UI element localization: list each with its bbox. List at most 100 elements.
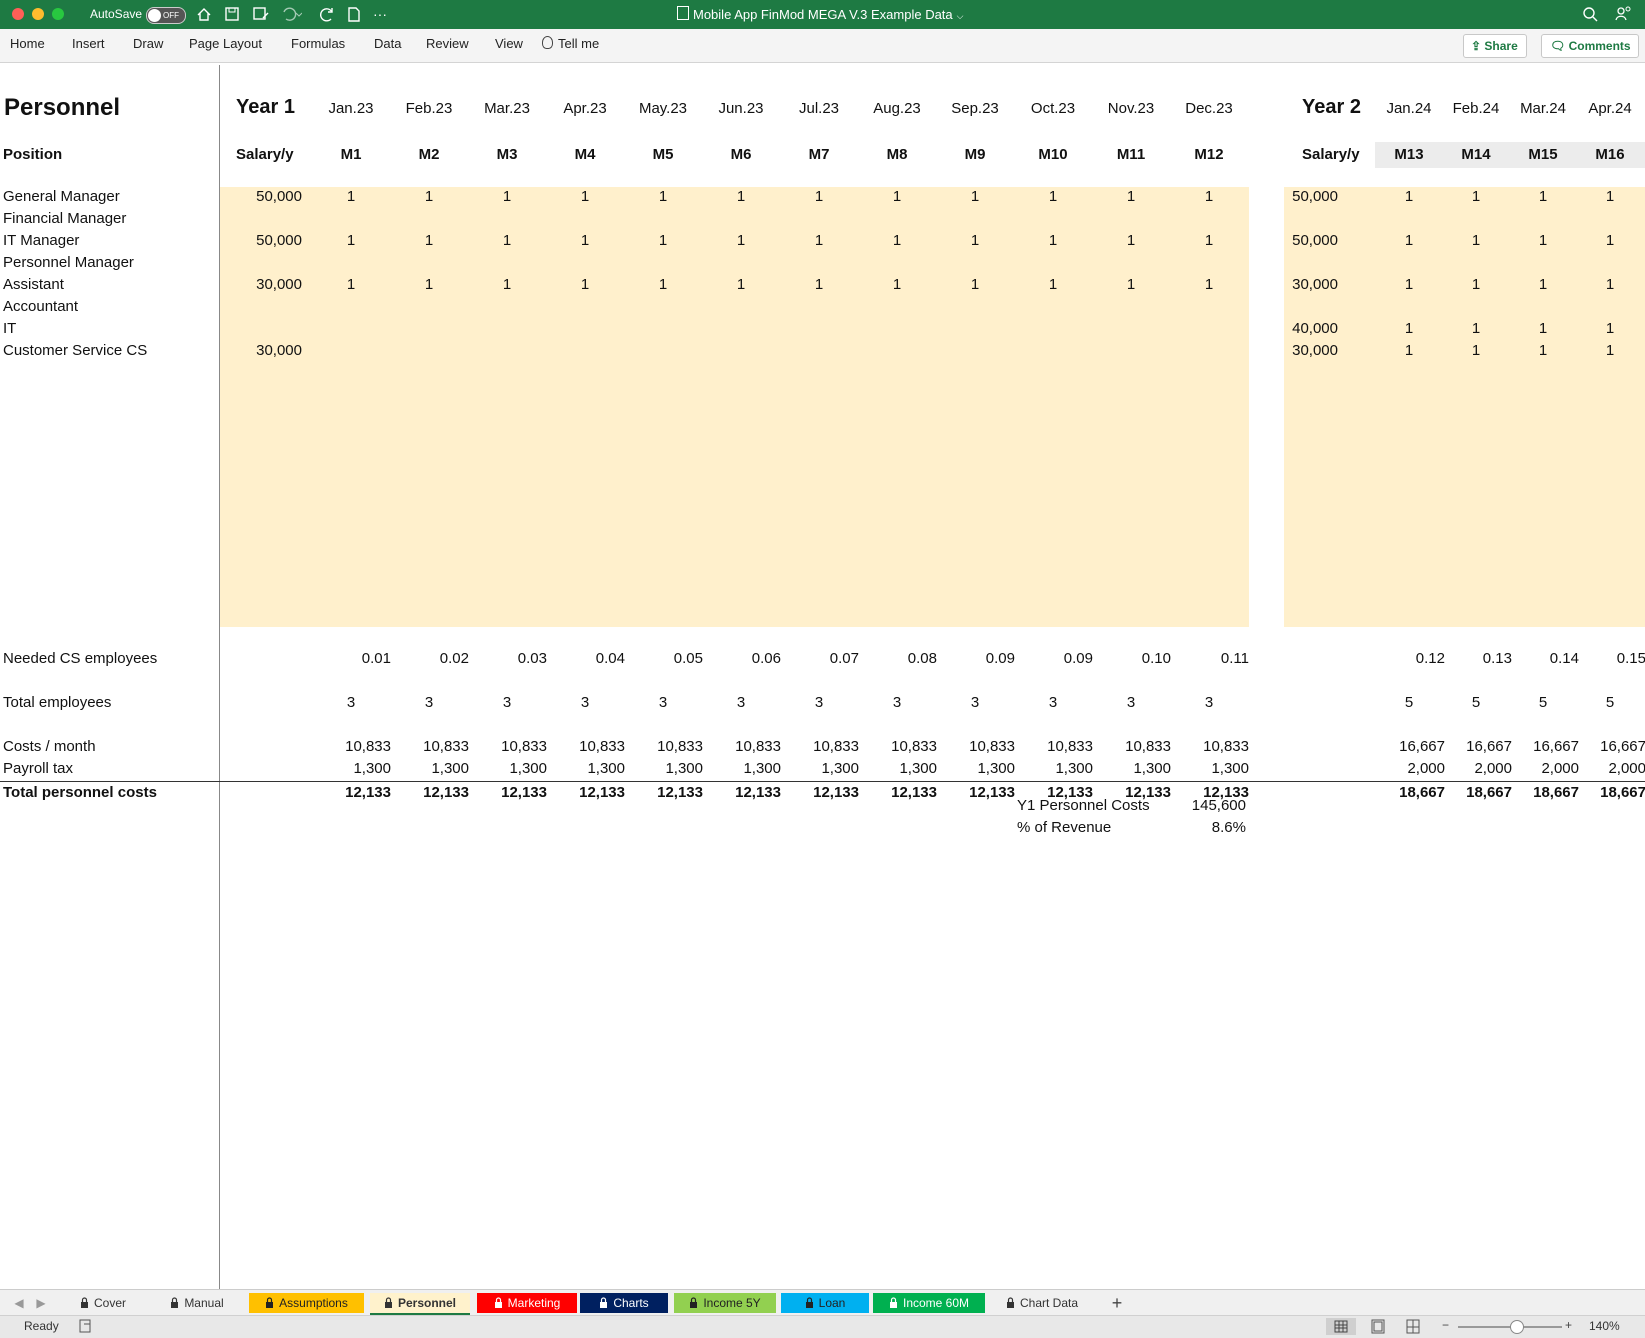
save-as-icon[interactable] xyxy=(252,0,270,29)
headcount-cell[interactable]: 1 xyxy=(1023,187,1083,207)
headcount-cell[interactable]: 1 xyxy=(867,187,927,207)
headcount-cell[interactable]: 1 xyxy=(555,231,615,251)
headcount-cell[interactable]: 1 xyxy=(633,275,693,295)
macro-record-icon[interactable] xyxy=(78,1318,94,1337)
headcount-cell[interactable]: 1 xyxy=(1513,275,1573,295)
headcount-cell[interactable]: 1 xyxy=(555,275,615,295)
search-icon[interactable] xyxy=(1582,0,1598,29)
sheet-tab-manual[interactable]: Manual xyxy=(157,1293,237,1313)
headcount-cell[interactable]: 1 xyxy=(789,187,849,207)
headcount-cell[interactable]: 1 xyxy=(1513,187,1573,207)
headcount-cell[interactable]: 1 xyxy=(711,231,771,251)
headcount-cell[interactable]: 1 xyxy=(711,187,771,207)
page-break-view-icon[interactable] xyxy=(1405,1318,1421,1338)
autosave-toggle[interactable]: OFF xyxy=(146,7,186,24)
headcount-cell[interactable]: 1 xyxy=(1379,231,1439,251)
sheet-tab-charts[interactable]: Charts xyxy=(580,1293,668,1313)
salary-cell[interactable]: 50,000 xyxy=(1284,231,1338,251)
tab-view[interactable]: View xyxy=(495,29,523,62)
headcount-cell[interactable]: 1 xyxy=(1179,275,1239,295)
new-document-icon[interactable] xyxy=(346,0,362,29)
salary-cell[interactable]: 30,000 xyxy=(1284,275,1338,295)
headcount-cell[interactable]: 1 xyxy=(1580,231,1640,251)
headcount-cell[interactable]: 1 xyxy=(867,231,927,251)
close-window-button[interactable] xyxy=(12,8,24,20)
headcount-cell[interactable]: 1 xyxy=(789,275,849,295)
headcount-cell[interactable]: 1 xyxy=(945,231,1005,251)
headcount-cell[interactable]: 1 xyxy=(1446,275,1506,295)
sheet-tab-chart-data[interactable]: Chart Data xyxy=(990,1293,1094,1313)
headcount-cell[interactable]: 1 xyxy=(321,275,381,295)
headcount-cell[interactable]: 1 xyxy=(399,275,459,295)
headcount-cell[interactable]: 1 xyxy=(1446,319,1506,339)
zoom-window-button[interactable] xyxy=(52,8,64,20)
headcount-cell[interactable]: 1 xyxy=(1446,341,1506,361)
salary-cell[interactable]: 30,000 xyxy=(220,341,302,361)
salary-cell[interactable]: 50,000 xyxy=(220,231,302,251)
salary-cell[interactable]: 40,000 xyxy=(1284,319,1338,339)
normal-view-icon[interactable] xyxy=(1326,1318,1356,1335)
headcount-cell[interactable]: 1 xyxy=(321,231,381,251)
scroll-tabs-right-icon[interactable]: ▶ xyxy=(34,1293,48,1313)
headcount-cell[interactable]: 1 xyxy=(1379,275,1439,295)
salary-cell[interactable]: 50,000 xyxy=(220,187,302,207)
sheet-tab-income-60m[interactable]: Income 60M xyxy=(873,1293,985,1313)
headcount-cell[interactable]: 1 xyxy=(1023,231,1083,251)
headcount-cell[interactable]: 1 xyxy=(1379,187,1439,207)
headcount-cell[interactable]: 1 xyxy=(633,231,693,251)
scroll-tabs-left-icon[interactable]: ◀ xyxy=(12,1293,26,1313)
sheet-tab-loan[interactable]: Loan xyxy=(781,1293,869,1313)
add-sheet-button[interactable]: + xyxy=(1105,1293,1129,1313)
sheet-tab-personnel[interactable]: Personnel xyxy=(370,1293,470,1315)
zoom-in-button[interactable]: + xyxy=(1565,1318,1572,1332)
headcount-cell[interactable]: 1 xyxy=(1446,231,1506,251)
page-layout-view-icon[interactable] xyxy=(1370,1318,1386,1338)
zoom-level[interactable]: 140% xyxy=(1589,1319,1620,1333)
sheet-tab-income-5y[interactable]: Income 5Y xyxy=(674,1293,776,1313)
tab-draw[interactable]: Draw xyxy=(133,29,163,62)
share-button[interactable]: ⇪ Share xyxy=(1463,34,1527,58)
headcount-cell[interactable]: 1 xyxy=(1513,231,1573,251)
more-icon[interactable]: ··· xyxy=(373,0,387,29)
headcount-cell[interactable]: 1 xyxy=(1513,319,1573,339)
sheet-tab-cover[interactable]: Cover xyxy=(62,1293,144,1313)
zoom-out-button[interactable]: − xyxy=(1442,1318,1449,1332)
worksheet-grid[interactable]: Personnel Position Year 1 Salary/y Year … xyxy=(0,63,1645,1289)
tab-data[interactable]: Data xyxy=(374,29,401,62)
home-icon[interactable] xyxy=(196,0,212,29)
headcount-cell[interactable]: 1 xyxy=(1580,187,1640,207)
minimize-window-button[interactable] xyxy=(32,8,44,20)
headcount-cell[interactable]: 1 xyxy=(399,187,459,207)
undo-icon[interactable] xyxy=(280,0,303,29)
headcount-cell[interactable]: 1 xyxy=(321,187,381,207)
headcount-cell[interactable]: 1 xyxy=(1446,187,1506,207)
headcount-cell[interactable]: 1 xyxy=(1580,275,1640,295)
headcount-cell[interactable]: 1 xyxy=(1580,319,1640,339)
headcount-cell[interactable]: 1 xyxy=(1379,341,1439,361)
headcount-cell[interactable]: 1 xyxy=(477,231,537,251)
headcount-cell[interactable]: 1 xyxy=(477,275,537,295)
headcount-cell[interactable]: 1 xyxy=(945,187,1005,207)
tab-insert[interactable]: Insert xyxy=(72,29,105,62)
chevron-down-icon[interactable]: ⌵ xyxy=(957,11,964,21)
headcount-cell[interactable]: 1 xyxy=(1101,275,1161,295)
headcount-cell[interactable]: 1 xyxy=(1513,341,1573,361)
tab-page-layout[interactable]: Page Layout xyxy=(189,29,262,62)
salary-cell[interactable]: 30,000 xyxy=(1284,341,1338,361)
account-icon[interactable] xyxy=(1614,0,1632,29)
tab-home[interactable]: Home xyxy=(10,29,45,62)
headcount-cell[interactable]: 1 xyxy=(555,187,615,207)
headcount-cell[interactable]: 1 xyxy=(399,231,459,251)
headcount-cell[interactable]: 1 xyxy=(867,275,927,295)
headcount-cell[interactable]: 1 xyxy=(1023,275,1083,295)
tab-review[interactable]: Review xyxy=(426,29,469,62)
headcount-cell[interactable]: 1 xyxy=(711,275,771,295)
redo-icon[interactable] xyxy=(318,0,336,29)
sheet-tab-assumptions[interactable]: Assumptions xyxy=(249,1293,364,1313)
headcount-cell[interactable]: 1 xyxy=(1101,187,1161,207)
zoom-slider-thumb[interactable] xyxy=(1510,1320,1524,1334)
zoom-slider[interactable] xyxy=(1458,1320,1562,1334)
sheet-tab-marketing[interactable]: Marketing xyxy=(477,1293,577,1313)
tell-me[interactable]: Tell me xyxy=(542,29,599,62)
headcount-cell[interactable]: 1 xyxy=(945,275,1005,295)
